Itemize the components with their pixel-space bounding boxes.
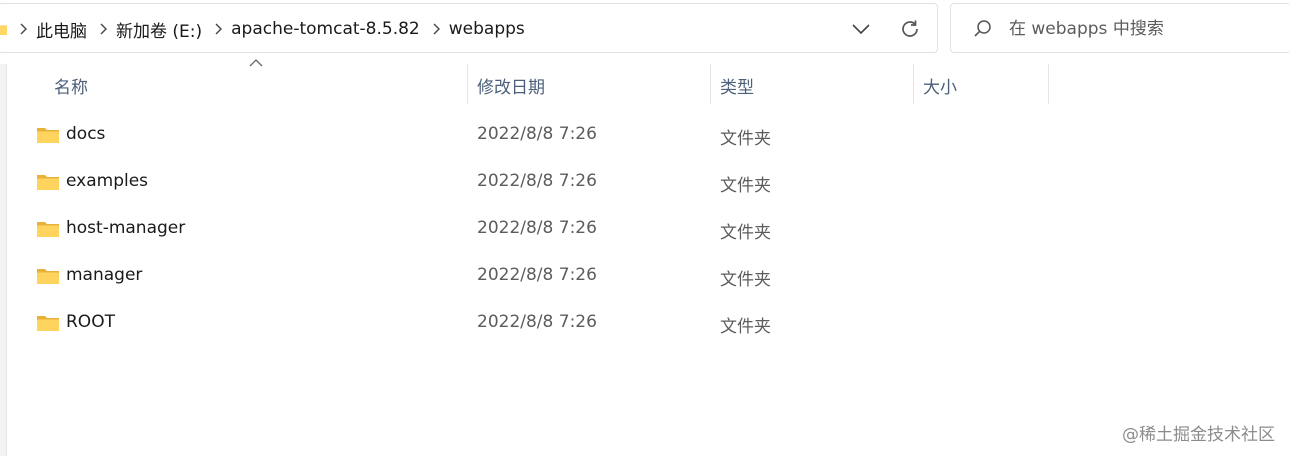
file-row-examples[interactable]: examples 2022/8/8 7:26 文件夹 [0,159,1050,206]
file-date: 2022/8/8 7:26 [477,312,597,332]
chevron-right-icon[interactable] [214,23,223,35]
breadcrumb-item-tomcat[interactable]: apache-tomcat-8.5.82 [231,19,420,39]
file-type: 文件夹 [720,317,771,337]
column-header-row: 名称 修改日期 类型 大小 [0,59,1289,106]
column-divider[interactable] [913,64,914,104]
address-history-dropdown[interactable] [847,16,875,42]
file-name[interactable]: manager [66,265,142,285]
column-header-type[interactable]: 类型 [712,64,912,106]
column-header-size[interactable]: 大小 [915,64,1047,106]
breadcrumb: 此电脑 新加卷 (E:) apache-tomcat-8.5.82 webapp… [19,4,537,54]
folder-icon [0,25,7,35]
column-divider[interactable] [710,64,711,104]
file-date: 2022/8/8 7:26 [477,171,597,191]
file-list: docs 2022/8/8 7:26 文件夹 examples 2022/8/8… [0,112,1289,347]
file-name[interactable]: examples [66,171,148,191]
address-bar[interactable]: 此电脑 新加卷 (E:) apache-tomcat-8.5.82 webapp… [0,3,938,53]
folder-icon [37,222,59,237]
chevron-right-icon[interactable] [432,23,441,35]
file-name[interactable]: ROOT [66,312,115,332]
chevron-down-icon [852,24,870,35]
folder-icon [37,175,59,190]
file-row-manager[interactable]: manager 2022/8/8 7:26 文件夹 [0,253,1050,300]
search-input[interactable] [1009,14,1279,44]
search-box[interactable] [950,3,1289,53]
breadcrumb-item-this-pc[interactable]: 此电脑 [36,17,87,42]
breadcrumb-item-webapps[interactable]: webapps [449,19,525,39]
column-divider[interactable] [467,64,468,104]
refresh-button[interactable] [895,16,925,42]
file-date: 2022/8/8 7:26 [477,265,597,285]
column-divider[interactable] [1048,64,1049,104]
breadcrumb-item-drive-e[interactable]: 新加卷 (E:) [116,17,202,42]
file-row-host-manager[interactable]: host-manager 2022/8/8 7:26 文件夹 [0,206,1050,253]
folder-icon [37,269,59,284]
watermark: @稀土掘金技术社区 [1122,425,1275,445]
refresh-icon [902,20,918,37]
chevron-right-icon[interactable] [99,23,108,35]
file-type: 文件夹 [720,270,771,290]
file-row-root[interactable]: ROOT 2022/8/8 7:26 文件夹 [0,300,1050,347]
file-type: 文件夹 [720,223,771,243]
folder-icon [37,316,59,331]
column-header-date[interactable]: 修改日期 [469,64,709,106]
file-date: 2022/8/8 7:26 [477,124,597,144]
search-icon [974,20,991,37]
file-name[interactable]: docs [66,124,105,144]
file-row-docs[interactable]: docs 2022/8/8 7:26 文件夹 [0,112,1050,159]
toolbar: 此电脑 新加卷 (E:) apache-tomcat-8.5.82 webapp… [0,0,1289,56]
file-name[interactable]: host-manager [66,218,185,238]
file-type: 文件夹 [720,129,771,149]
file-type: 文件夹 [720,176,771,196]
chevron-right-icon[interactable] [19,23,28,35]
file-date: 2022/8/8 7:26 [477,218,597,238]
column-header-name[interactable]: 名称 [46,64,466,106]
folder-icon [37,128,59,143]
